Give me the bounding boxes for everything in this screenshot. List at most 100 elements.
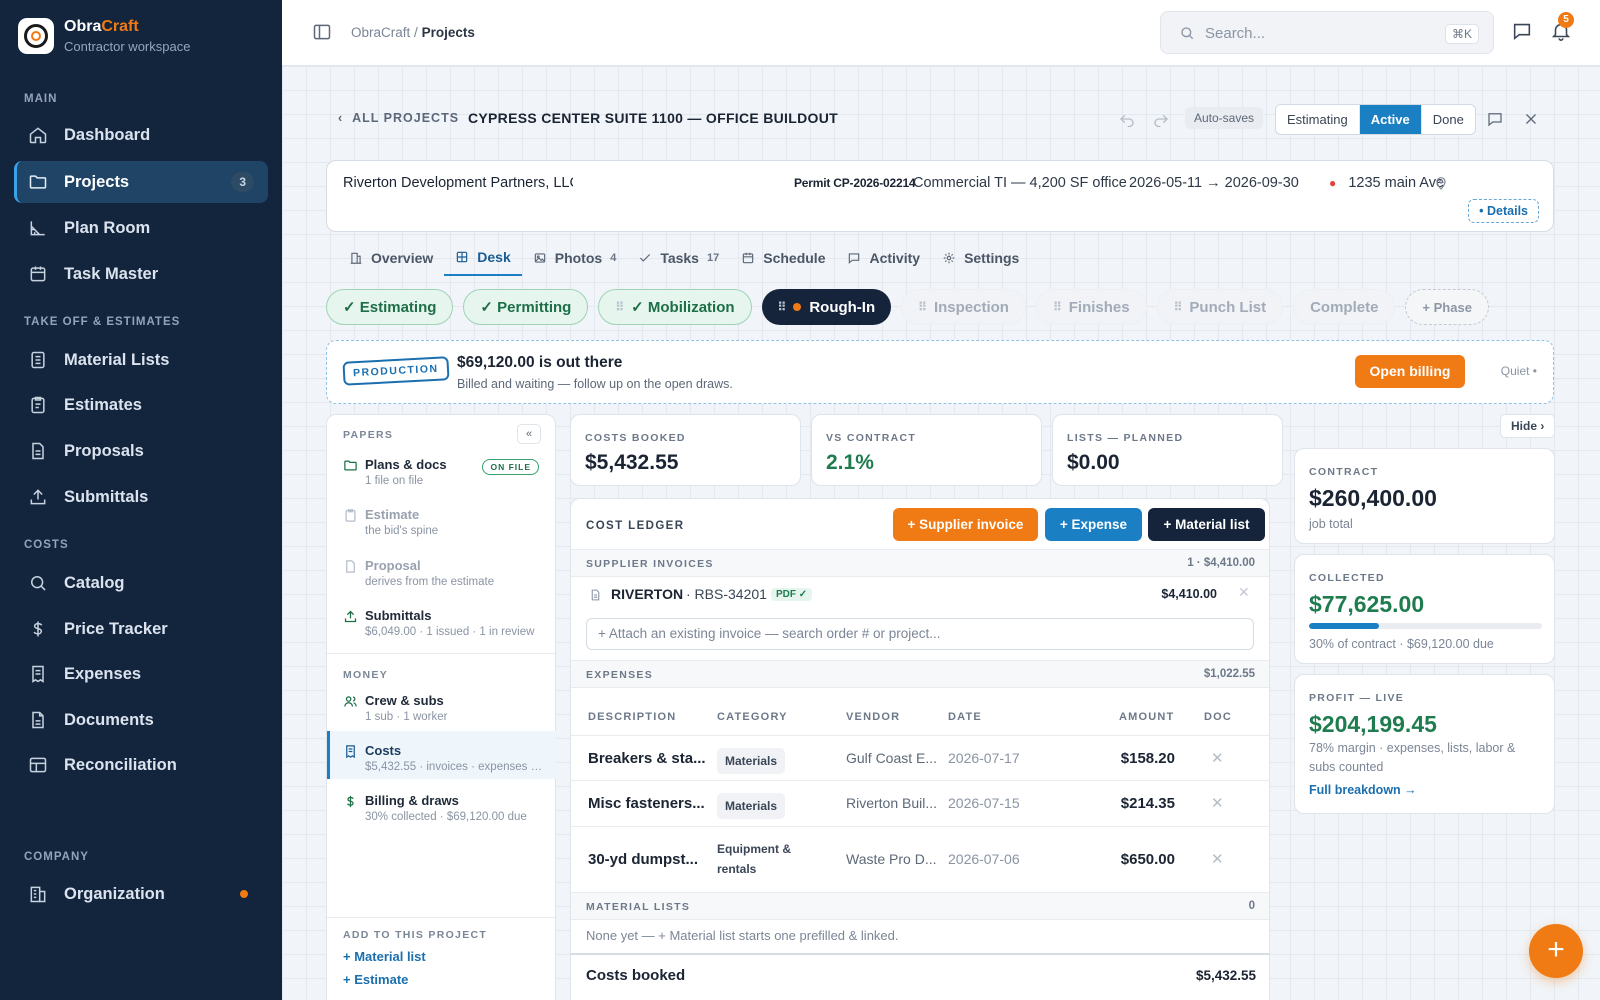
supplier-invoices-header: SUPPLIER INVOICES 1 · $4,410.00	[571, 549, 1269, 577]
phase-punch-list[interactable]: ⠿ Punch List	[1156, 289, 1284, 325]
breadcrumb-root[interactable]: ObraCraft	[351, 25, 410, 40]
remove-doc-icon[interactable]: ✕	[1211, 794, 1224, 812]
tab-schedule[interactable]: Schedule	[730, 240, 836, 276]
add-expense-button[interactable]: + Expense	[1045, 508, 1142, 541]
sidebar-item-projects[interactable]: Projects 3	[14, 161, 268, 203]
collapse-panel-button[interactable]: «	[517, 424, 541, 444]
table-row[interactable]: 30-yd dumpst... Equipment & rentals Wast…	[571, 826, 1269, 892]
add-material-list-link[interactable]: + Material list	[343, 949, 426, 964]
drag-handle-icon[interactable]: ⠿	[615, 300, 624, 314]
column-header-category[interactable]: CATEGORY	[717, 711, 788, 723]
search-input[interactable]: Search... ⌘K	[1160, 11, 1494, 54]
column-header-date[interactable]: DATE	[948, 711, 982, 723]
redo-icon[interactable]	[1152, 110, 1170, 128]
full-breakdown-link[interactable]: Full breakdown →	[1309, 783, 1417, 797]
tab-desk[interactable]: Desk	[444, 240, 522, 276]
map-pin-icon[interactable]	[1433, 175, 1449, 191]
sidebar-item-task-master[interactable]: Task Master	[14, 253, 268, 295]
column-header-doc[interactable]: DOC	[1204, 711, 1232, 723]
invoice-row[interactable]: RIVERTON · RBS-34201 PDF ✓ $4,410.00 ✕	[571, 579, 1269, 611]
sidebar-item-expenses[interactable]: Expenses	[14, 653, 268, 695]
phase-permitting[interactable]: ✓ Permitting	[463, 289, 589, 325]
sidebar-item-reconciliation[interactable]: Reconciliation	[14, 744, 268, 786]
calendar-icon	[742, 252, 754, 264]
sidebar-toggle-icon[interactable]	[312, 22, 332, 42]
sidebar-item-plan-room[interactable]: Plan Room	[14, 207, 268, 249]
paper-proposal[interactable]: Proposal derives from the estimate	[343, 558, 553, 588]
comment-icon[interactable]	[1486, 110, 1504, 128]
phase-mobilization[interactable]: ⠿ ✓ Mobilization	[598, 289, 752, 325]
tab-activity[interactable]: Activity	[836, 240, 931, 276]
production-banner: PRODUCTION $69,120.00 is out there Bille…	[326, 340, 1554, 404]
sidebar-item-dashboard[interactable]: Dashboard	[14, 114, 268, 156]
table-row[interactable]: Breakers & sta... Materials Gulf Coast E…	[571, 735, 1269, 780]
client-name[interactable]: Riverton Development Partners, LLC	[343, 175, 573, 191]
paper-submittals[interactable]: Submittals $6,049.00 · 1 issued · 1 in r…	[343, 608, 553, 638]
tab-overview[interactable]: Overview	[338, 240, 444, 276]
pdf-verified-badge[interactable]: PDF ✓	[771, 588, 813, 601]
sidebar-item-submittals[interactable]: Submittals	[14, 476, 268, 518]
nav-section-takeoff: TAKE OFF & ESTIMATES	[24, 316, 181, 328]
remove-doc-icon[interactable]: ✕	[1211, 749, 1224, 767]
hide-panel-button[interactable]: Hide ›	[1500, 414, 1556, 438]
message-icon[interactable]	[1511, 20, 1533, 42]
phase-finishes[interactable]: ⠿ Finishes	[1035, 289, 1147, 325]
close-icon[interactable]	[1522, 110, 1540, 128]
project-address[interactable]: ● 1235 main Ave	[1329, 175, 1444, 191]
add-fab-button[interactable]: +	[1529, 924, 1583, 978]
status-estimating[interactable]: Estimating	[1276, 105, 1360, 134]
project-scope[interactable]: Commercial TI — 4,200 SF office	[913, 175, 1127, 191]
project-dates[interactable]: 2026-05-11 → 2026-09-30	[1129, 175, 1299, 191]
add-estimate-link[interactable]: + Estimate	[343, 972, 408, 987]
all-projects-link[interactable]: ‹ ALL PROJECTS	[338, 111, 459, 125]
phase-rough-in[interactable]: ⠿ Rough-In	[761, 289, 892, 325]
open-billing-button[interactable]: Open billing	[1355, 355, 1465, 388]
sidebar-item-catalog[interactable]: Catalog	[14, 562, 268, 604]
remove-doc-icon[interactable]: ✕	[1211, 850, 1224, 868]
column-header-vendor[interactable]: VENDOR	[846, 711, 900, 723]
table-row[interactable]: Misc fasteners... Materials Riverton Bui…	[571, 780, 1269, 826]
permit-number[interactable]: Permit CP-2026-02214	[794, 176, 916, 190]
search-icon	[31, 576, 46, 591]
column-header-amount[interactable]: AMOUNT	[1119, 711, 1174, 723]
production-badge: PRODUCTION	[342, 356, 450, 386]
phase-complete[interactable]: Complete	[1293, 289, 1396, 325]
sidebar-item-organization[interactable]: Organization	[14, 873, 268, 915]
attach-invoice-input[interactable]: + Attach an existing invoice — search or…	[586, 618, 1254, 650]
tab-tasks[interactable]: Tasks 17	[627, 240, 730, 276]
paper-plans-docs[interactable]: Plans & docs 1 file on file ON FILE	[343, 457, 553, 487]
document-icon	[32, 442, 44, 460]
sidebar-item-price-tracker[interactable]: Price Tracker	[14, 608, 268, 650]
drag-handle-icon[interactable]: ⠿	[1053, 300, 1062, 314]
paper-estimate[interactable]: Estimate the bid's spine	[343, 507, 553, 537]
add-material-list-button[interactable]: + Material list	[1148, 508, 1265, 541]
status-done[interactable]: Done	[1422, 105, 1475, 134]
money-crew-subs[interactable]: Crew & subs 1 sub · 1 worker	[343, 693, 553, 723]
add-phase-button[interactable]: + Phase	[1405, 289, 1489, 325]
phase-estimating[interactable]: ✓ Estimating	[326, 289, 454, 325]
close-icon[interactable]: ✕	[1238, 584, 1250, 601]
tab-settings[interactable]: Settings	[931, 240, 1030, 276]
sidebar-item-estimates[interactable]: Estimates	[14, 384, 268, 426]
money-costs[interactable]: Costs $5,432.55 · invoices · expenses · …	[343, 743, 553, 773]
money-billing-draws[interactable]: Billing & draws 30% collected · $69,120.…	[343, 793, 553, 823]
details-button[interactable]: • Details	[1468, 199, 1539, 223]
sidebar-item-documents[interactable]: Documents	[14, 699, 268, 741]
main-content: ‹ ALL PROJECTS CYPRESS CENTER SUITE 1100…	[282, 66, 1600, 1000]
brand[interactable]: ObraCraft Contractor workspace	[18, 18, 190, 54]
quiet-button[interactable]: Quiet •	[1501, 364, 1537, 378]
sidebar-item-material-lists[interactable]: Material Lists	[14, 339, 268, 381]
phase-inspection[interactable]: ⠿ Inspection	[901, 289, 1026, 325]
add-supplier-invoice-button[interactable]: + Supplier invoice	[893, 508, 1038, 541]
drag-handle-icon[interactable]: ⠿	[918, 300, 927, 314]
drag-handle-icon[interactable]: ⠿	[1174, 300, 1183, 314]
sidebar-item-proposals[interactable]: Proposals	[14, 430, 268, 472]
projects-count-badge: 3	[231, 172, 254, 192]
undo-icon[interactable]	[1118, 110, 1136, 128]
grid-icon	[457, 251, 468, 263]
column-header-description[interactable]: DESCRIPTION	[588, 711, 676, 723]
tab-photos[interactable]: Photos 4	[522, 240, 628, 276]
drag-handle-icon[interactable]: ⠿	[778, 300, 787, 314]
status-active[interactable]: Active	[1359, 105, 1422, 134]
file-icon	[32, 711, 44, 729]
